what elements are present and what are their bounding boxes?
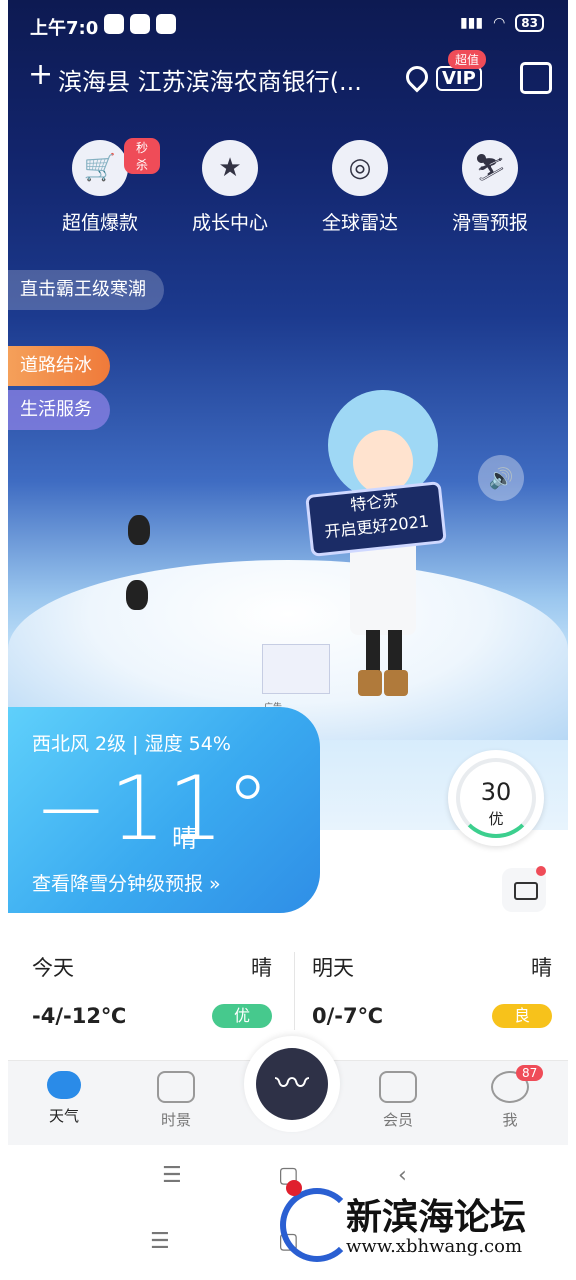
- add-city-button[interactable]: +: [28, 60, 53, 90]
- swirl-cloud-icon: 〰: [256, 1048, 328, 1120]
- location-pin-icon: [401, 61, 433, 93]
- quick-action-label: 成长中心: [191, 212, 268, 234]
- app-notification-icon: [104, 14, 124, 34]
- nav-me[interactable]: 87 我: [470, 1065, 550, 1130]
- nav-badge: 87: [516, 1065, 544, 1081]
- forum-watermark: 新滨海论坛 www.xbhwang.com: [280, 1180, 570, 1262]
- status-bar: 上午7:0 ▮▮▮ ◠ 83: [8, 0, 568, 50]
- forum-logo-icon: [280, 1188, 354, 1262]
- notification-icons: [104, 14, 176, 34]
- watermark-url: www.xbhwang.com: [346, 1236, 523, 1257]
- penguin-illustration: [126, 580, 148, 610]
- crown-icon: [379, 1071, 417, 1103]
- forecast-range: -4/-12℃: [32, 1004, 127, 1028]
- vip-icon[interactable]: VIP: [436, 66, 482, 91]
- aqi-level: 优: [488, 810, 504, 828]
- forecast-today[interactable]: 今天 晴 -4/-12℃ 优: [32, 938, 272, 1048]
- cart-icon: 🛒: [72, 140, 128, 196]
- notification-dot: [536, 866, 546, 876]
- menu-icon[interactable]: ☰: [162, 1163, 182, 1188]
- watermark-title: 新滨海论坛: [346, 1197, 527, 1238]
- forecast-range: 0/-7℃: [312, 1004, 384, 1028]
- share-icon[interactable]: [520, 62, 552, 94]
- location-bar: + 滨海县 江苏滨海农商银行(... VIP 超值: [8, 50, 568, 104]
- forecast-quality-badge: 优: [212, 1004, 272, 1028]
- menu-icon[interactable]: ☰: [150, 1229, 170, 1254]
- forecast-condition: 晴: [531, 956, 552, 980]
- current-condition: 晴: [172, 824, 198, 853]
- quick-action-growth[interactable]: ★ 成长中心: [170, 140, 290, 235]
- road-ice-pill[interactable]: 道路结冰: [8, 346, 110, 386]
- snow-forecast-link[interactable]: 查看降雪分钟级预报 »: [32, 869, 221, 896]
- nav-member[interactable]: 会员: [358, 1071, 438, 1130]
- penguin-illustration: [128, 515, 150, 545]
- quick-action-label: 滑雪预报: [451, 212, 528, 234]
- forecast-day: 明天: [312, 956, 354, 980]
- quick-action-deals[interactable]: 🛒 秒杀 超值爆款: [40, 138, 160, 235]
- signal-icon: ▮▮▮: [459, 15, 484, 31]
- quick-action-label: 超值爆款: [61, 212, 138, 234]
- quick-action-label: 全球雷达: [321, 212, 398, 234]
- nav-label: 天气: [48, 1107, 79, 1125]
- forecast-divider: [294, 952, 295, 1030]
- center-action-button[interactable]: 〰: [244, 1036, 340, 1132]
- ad-product-box[interactable]: [262, 644, 330, 694]
- nav-weather[interactable]: 天气: [24, 1071, 104, 1126]
- nav-label: 我: [502, 1111, 518, 1129]
- forecast-condition: 晴: [251, 956, 272, 980]
- location-title[interactable]: 滨海县 江苏滨海农商银行(...: [58, 62, 398, 97]
- current-weather-card[interactable]: 西北风 2级 | 湿度 54% −11° 晴 查看降雪分钟级预报 »: [8, 707, 320, 913]
- nav-scenes[interactable]: 时景: [136, 1071, 216, 1130]
- status-time: 上午7:0: [30, 18, 99, 39]
- quick-action-radar[interactable]: ◎ 全球雷达: [300, 140, 420, 235]
- cloud-icon: [47, 1071, 81, 1099]
- cold-wave-pill[interactable]: 直击霸王级寒潮: [8, 270, 164, 310]
- status-right: ▮▮▮ ◠ 83: [460, 14, 544, 32]
- forum-logo-dot: [286, 1180, 302, 1196]
- briefcase-icon: [514, 882, 538, 900]
- photo-icon: [157, 1071, 195, 1103]
- toolbox-button[interactable]: [502, 866, 546, 912]
- app-notification-icon: [130, 14, 150, 34]
- medal-icon: ★: [202, 140, 258, 196]
- forecast-quality-badge: 良: [492, 1004, 552, 1028]
- mascot-boot: [384, 670, 408, 696]
- wifi-icon: ◠: [493, 15, 506, 31]
- wind-humidity: 西北风 2级 | 湿度 54%: [32, 733, 231, 755]
- aqi-value: 30: [480, 778, 512, 806]
- forecast-tomorrow[interactable]: 明天 晴 0/-7℃ 良: [312, 938, 552, 1048]
- aqi-gauge[interactable]: 30 优: [448, 750, 544, 846]
- vip-badge: 超值: [448, 50, 487, 69]
- weather-app: 上午7:0 ▮▮▮ ◠ 83 + 滨海县 江苏滨海农商银行(... VIP 超值…: [8, 0, 568, 1145]
- nav-label: 时景: [160, 1111, 191, 1129]
- ski-icon: ⛷: [462, 140, 518, 196]
- current-temperature: −11°: [34, 757, 272, 860]
- forecast-day: 今天: [32, 956, 74, 980]
- flash-sale-badge: 秒杀: [124, 138, 160, 174]
- app-notification-icon: [156, 14, 176, 34]
- battery-icon: 83: [515, 14, 544, 32]
- mascot-boot: [358, 670, 382, 696]
- life-service-pill[interactable]: 生活服务: [8, 390, 110, 430]
- nav-label: 会员: [382, 1111, 413, 1129]
- radar-globe-icon: ◎: [332, 140, 388, 196]
- quick-action-ski[interactable]: ⛷ 滑雪预报: [430, 140, 550, 235]
- speaker-icon[interactable]: 🔊: [478, 455, 524, 501]
